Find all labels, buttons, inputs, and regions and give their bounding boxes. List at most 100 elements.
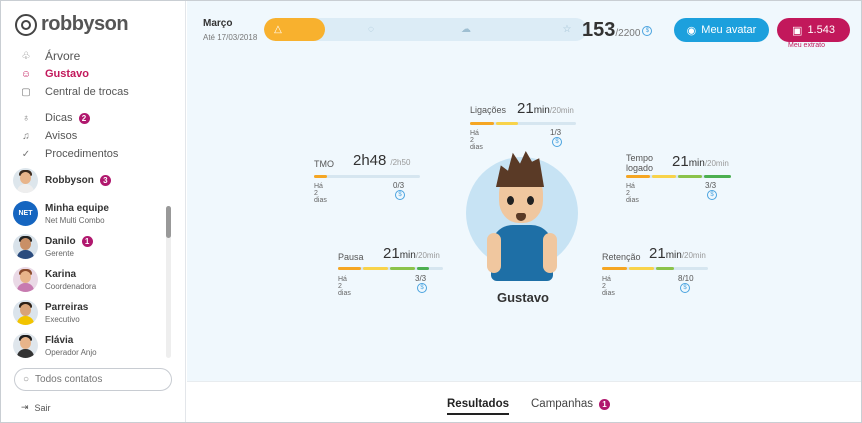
coin-icon: $ — [552, 137, 562, 147]
coin-icon: $ — [707, 190, 717, 200]
nav-item-user[interactable]: ☺ Gustavo — [19, 65, 179, 83]
sidebar: robbyson ♧ Árvore ☺ Gustavo ▢ Central de… — [1, 1, 186, 422]
nav-label: Central de trocas — [45, 86, 129, 98]
coin-icon: $ — [680, 283, 690, 293]
tab-campanhas[interactable]: Campanhas 1 — [531, 398, 611, 410]
main-nav: ♧ Árvore ☺ Gustavo ▢ Central de trocas ♁… — [19, 47, 179, 163]
contact-name: Minha equipe — [45, 202, 109, 214]
nav-label: Árvore — [45, 49, 81, 63]
metric-updated: Há 2 dias — [626, 183, 639, 204]
metric-label: Tempo logado — [626, 153, 654, 173]
nav-item-arvore[interactable]: ♧ Árvore — [19, 47, 179, 65]
logo[interactable]: robbyson — [15, 13, 129, 36]
bottom-tabs: Resultados Campanhas 1 — [187, 381, 861, 422]
milestone-2-icon: ◌ — [368, 24, 374, 35]
app-window: robbyson ♧ Árvore ☺ Gustavo ▢ Central de… — [0, 0, 862, 423]
contact-flavia[interactable]: Flávia Operador Anjo — [13, 329, 168, 362]
metric-updated: Há 2 dias — [314, 183, 327, 204]
metric-score: 3/3$ — [415, 274, 427, 293]
nav-item-dicas[interactable]: ♁ Dicas 2 — [19, 109, 179, 127]
contacts-scrollbar-thumb[interactable] — [166, 206, 171, 238]
contact-name: Parreiras — [45, 301, 89, 313]
main-panel: Março Até 17/03/2018 △ ◌ ☁ ☆ 153/2200 $ ◉… — [187, 1, 861, 422]
points-total: /2200 — [615, 28, 641, 39]
metric-value: 21min/20min — [649, 245, 706, 262]
search-icon: ○ — [23, 374, 30, 385]
contact-robbyson[interactable]: Robbyson 3 — [13, 164, 168, 197]
campanhas-badge: 1 — [599, 399, 611, 410]
points-counter: 153/2200 $ — [582, 19, 653, 42]
contact-minha-equipe[interactable]: NET Minha equipe Net Multi Combo — [13, 197, 168, 230]
period-until: Até 17/03/2018 — [203, 33, 258, 42]
character-name: Gustavo — [496, 290, 549, 305]
statement-balance: 1.543 — [807, 24, 835, 36]
brand-name: robbyson — [41, 13, 129, 35]
user-avatar-character[interactable] — [483, 151, 563, 283]
metric-score: 1/3$ — [550, 128, 562, 147]
net-logo: NET — [13, 201, 38, 226]
points-value: 153 — [582, 19, 616, 41]
contact-name: Karina — [45, 268, 77, 280]
contact-badge: 1 — [81, 235, 93, 247]
nav-item-central-de-trocas[interactable]: ▢ Central de trocas — [19, 83, 179, 101]
avatar — [13, 168, 38, 193]
contact-danilo[interactable]: Danilo 1 Gerente — [13, 230, 168, 263]
contact-name: Danilo 1 — [45, 235, 93, 247]
statement-label[interactable]: Meu extrato — [788, 42, 825, 49]
contact-subtitle: Coordenadora — [45, 281, 97, 291]
user-circle-icon: ◉ — [686, 24, 697, 37]
tab-resultados[interactable]: Resultados — [447, 398, 509, 415]
contact-parreiras[interactable]: Parreiras Executivo — [13, 296, 168, 329]
points-progress-bar: △ ◌ ☁ ☆ — [264, 18, 587, 41]
tree-icon: ♧ — [21, 50, 31, 62]
contacts-list: Robbyson 3 NET Minha equipe Net Multi Co… — [13, 164, 168, 362]
top-bar: Março Até 17/03/2018 △ ◌ ☁ ☆ 153/2200 $ ◉… — [187, 1, 861, 51]
user-face-icon: ☺ — [20, 68, 32, 80]
metric-score: 8/10$ — [678, 274, 694, 293]
contact-name: Robbyson — [45, 175, 94, 186]
my-avatar-label: Meu avatar — [701, 24, 757, 36]
metric-label: TMO — [314, 159, 334, 169]
bell-icon: ♫ — [22, 130, 30, 142]
milestone-1-icon: △ — [274, 24, 282, 35]
my-statement-button[interactable]: ▣ 1.543 — [777, 18, 850, 42]
nav-label: Gustavo — [45, 68, 90, 80]
nav-label: Avisos — [45, 130, 78, 142]
shopping-bag-icon: ▢ — [21, 86, 31, 98]
contact-subtitle: Gerente — [45, 248, 74, 258]
dicas-badge: 2 — [78, 112, 90, 124]
star-milestone-icon: ☆ — [562, 24, 572, 35]
nav-label: Dicas — [45, 112, 73, 124]
contact-karina[interactable]: Karina Coordenadora — [13, 263, 168, 296]
contacts-search-input[interactable] — [35, 374, 156, 385]
robbyson-logo-icon — [15, 13, 37, 36]
metric-value: 21min/20min — [517, 100, 574, 117]
coin-icon: $ — [395, 190, 405, 200]
nav-item-avisos[interactable]: ♫ Avisos — [19, 127, 179, 145]
metric-score: 0/3$ — [393, 181, 405, 200]
metric-value: 21min/20min — [383, 245, 440, 262]
metric-updated: Há 2 dias — [470, 130, 483, 151]
my-avatar-button[interactable]: ◉ Meu avatar — [674, 18, 769, 42]
metric-value: 21min/20min — [672, 153, 729, 170]
avatar — [13, 234, 38, 259]
avatar — [13, 300, 38, 325]
logout-label: Sair — [34, 402, 51, 413]
contact-subtitle: Operador Anjo — [45, 347, 97, 357]
metric-value: 2h48/2h50 — [353, 152, 411, 169]
contact-name: Flávia — [45, 334, 74, 346]
contact-badge: 3 — [99, 175, 111, 186]
milestone-3-icon: ☁ — [461, 24, 471, 35]
metric-updated: Há 2 dias — [338, 276, 351, 297]
metric-score: 3/3$ — [705, 181, 717, 200]
period-month: Março — [203, 18, 233, 29]
wallet-icon: ▣ — [792, 24, 803, 37]
avatar — [13, 267, 38, 292]
logout-link[interactable]: ⇥ Sair — [21, 402, 51, 413]
metric-updated: Há 2 dias — [602, 276, 615, 297]
nav-label: Procedimentos — [45, 148, 119, 160]
contact-subtitle: Net Multi Combo — [45, 215, 105, 225]
lightbulb-icon: ♁ — [22, 112, 30, 124]
nav-item-procedimentos[interactable]: ✓ Procedimentos — [19, 145, 179, 163]
contacts-search[interactable]: ○ — [14, 368, 172, 391]
